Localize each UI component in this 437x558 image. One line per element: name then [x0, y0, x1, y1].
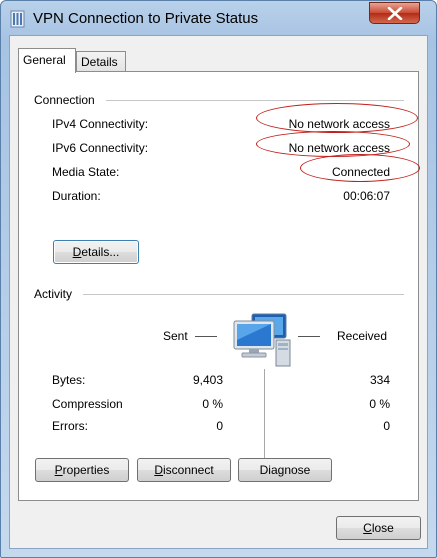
tab-details[interactable]: Details	[76, 51, 126, 71]
close-button-mnemonic: C	[363, 521, 372, 535]
disconnect-button-mnemonic: D	[154, 463, 163, 477]
activity-section-label: Activity	[34, 287, 73, 301]
errors-label: Errors:	[52, 419, 88, 433]
ipv4-value: No network access	[288, 117, 390, 131]
diagnose-button-label: nose	[284, 463, 311, 477]
vpn-connection-icon	[10, 10, 25, 28]
errors-sent-value: 0	[216, 419, 223, 433]
duration-value: 00:06:07	[343, 189, 390, 203]
general-panel: Connection IPv4 Connectivity: No network…	[18, 71, 420, 501]
close-icon	[387, 7, 403, 20]
compression-label: Compression	[52, 397, 123, 411]
properties-button-label: roperties	[62, 463, 110, 477]
tab-general[interactable]: General	[18, 48, 76, 73]
diagnose-button[interactable]: Diagnose	[238, 458, 332, 482]
duration-label: Duration:	[52, 189, 101, 203]
ipv4-label: IPv4 Connectivity:	[52, 117, 149, 131]
received-line	[298, 336, 320, 337]
disconnect-button-label: isconnect	[162, 463, 214, 477]
ipv6-value: No network access	[288, 141, 390, 155]
properties-button[interactable]: Properties	[35, 458, 129, 482]
ipv6-label: IPv6 Connectivity:	[52, 141, 149, 155]
sent-line	[195, 336, 217, 337]
received-label: Received	[337, 329, 388, 343]
properties-button-mnemonic: P	[54, 463, 63, 477]
details-button-label: etails...	[81, 245, 120, 259]
window-title: VPN Connection to Private Status	[33, 10, 259, 27]
status-dialog: VPN Connection to Private Status General…	[0, 0, 437, 558]
details-button[interactable]: Details...	[53, 240, 139, 264]
close-window-button[interactable]	[369, 2, 420, 24]
media-state-value: Connected	[331, 165, 390, 179]
activity-divider	[83, 294, 404, 295]
dialog-body: General Details Connection IPv4 Connecti…	[9, 35, 428, 549]
tab-details-label: Details	[81, 55, 118, 69]
bytes-sent-value: 9,403	[192, 373, 223, 387]
network-computers-icon	[233, 313, 291, 367]
errors-received-value: 0	[383, 419, 390, 433]
connection-divider	[106, 100, 404, 101]
tab-general-label: General	[23, 53, 66, 67]
bytes-received-value: 334	[369, 373, 390, 387]
diagnose-button-prefix: Dia	[259, 463, 278, 477]
close-button[interactable]: Close	[336, 516, 421, 540]
activity-center-divider	[264, 369, 265, 463]
compression-sent-value: 0 %	[202, 397, 223, 411]
close-button-label: lose	[371, 521, 394, 535]
media-state-label: Media State:	[52, 165, 120, 179]
bytes-label: Bytes:	[52, 373, 86, 387]
title-bar[interactable]: VPN Connection to Private Status	[1, 1, 436, 35]
compression-received-value: 0 %	[369, 397, 390, 411]
connection-section-label: Connection	[34, 93, 95, 107]
disconnect-button[interactable]: Disconnect	[137, 458, 231, 482]
sent-label: Sent	[163, 329, 188, 343]
